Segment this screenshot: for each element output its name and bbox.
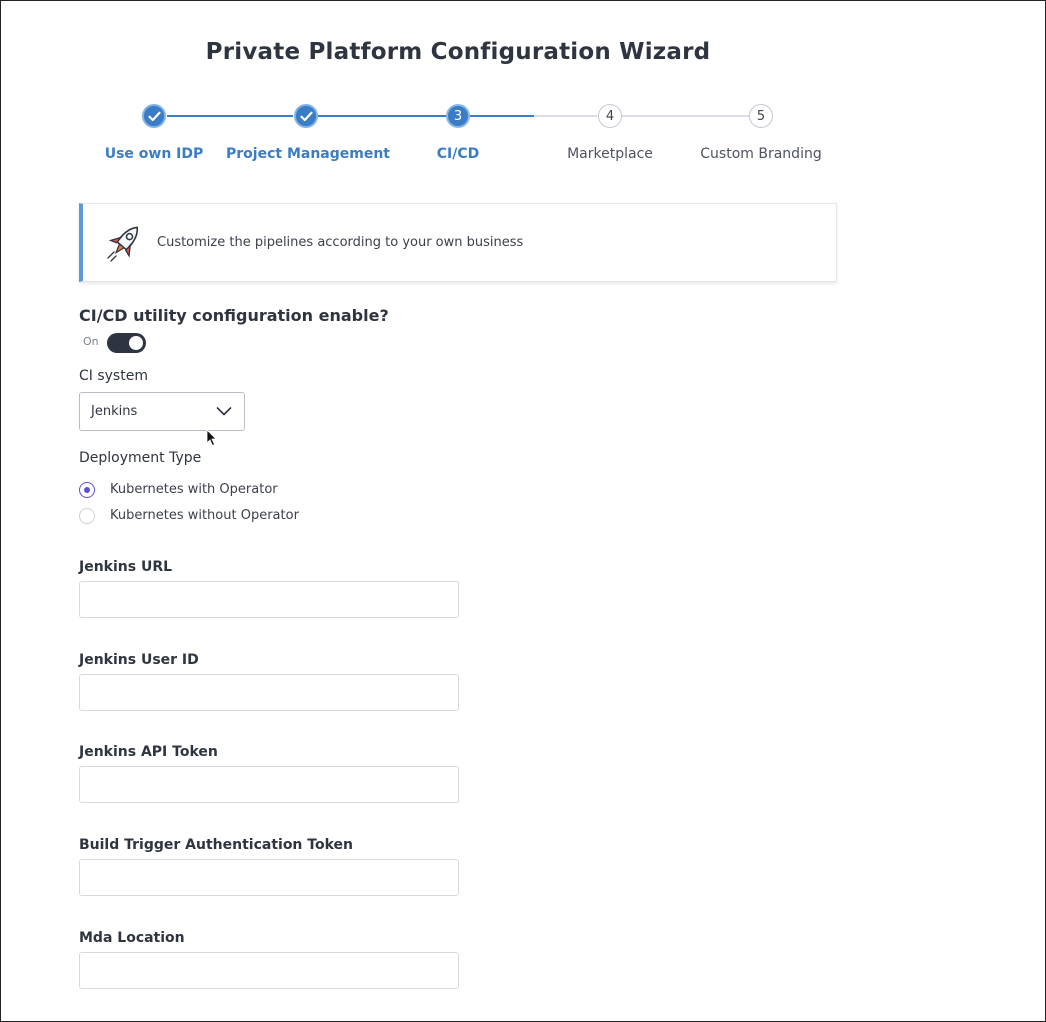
step-connector [318, 115, 446, 117]
banner-text: Customize the pipelines according to you… [157, 235, 524, 250]
toggle-state-label: On [83, 335, 99, 348]
jenkins-url-input[interactable] [79, 581, 459, 618]
mda-location-label: Mda Location [79, 930, 185, 946]
step-label-cicd[interactable]: CI/CD [378, 146, 538, 162]
page-title: Private Platform Configuration Wizard [205, 39, 711, 65]
step-4-circle[interactable]: 4 [598, 104, 622, 128]
cicd-enable-question: CI/CD utility configuration enable? [79, 306, 389, 325]
step-connector [167, 115, 293, 117]
info-banner: Customize the pipelines according to you… [79, 203, 837, 282]
step-label-custom-branding[interactable]: Custom Branding [681, 146, 841, 162]
jenkins-url-label: Jenkins URL [79, 559, 173, 575]
step-5-circle[interactable]: 5 [749, 104, 773, 128]
jenkins-api-token-input[interactable] [79, 766, 459, 803]
radio-label: Kubernetes with Operator [110, 482, 278, 497]
step-1-check-icon[interactable] [142, 104, 166, 128]
step-3-circle[interactable]: 3 [446, 104, 470, 128]
build-trigger-token-label: Build Trigger Authentication Token [79, 837, 353, 853]
check-icon [299, 111, 313, 121]
radio-button[interactable] [79, 508, 95, 524]
step-label-project-management[interactable]: Project Management [226, 146, 390, 162]
step-connector [470, 115, 534, 117]
step-label-use-own-idp[interactable]: Use own IDP [74, 146, 234, 162]
check-icon [147, 111, 161, 121]
ci-system-value: Jenkins [91, 404, 138, 419]
jenkins-user-id-input[interactable] [79, 674, 459, 711]
radio-button-checked[interactable] [79, 482, 95, 498]
jenkins-api-token-label: Jenkins API Token [79, 744, 218, 760]
mda-location-input[interactable] [79, 952, 459, 989]
step-2-check-icon[interactable] [294, 104, 318, 128]
ci-system-label: CI system [79, 368, 148, 384]
rocket-icon [107, 226, 139, 262]
chevron-down-icon [216, 407, 232, 416]
wizard-page: Private Platform Configuration Wizard 3 … [0, 0, 1046, 1022]
ci-system-select[interactable]: Jenkins [79, 392, 245, 431]
mouse-cursor-icon [206, 429, 217, 447]
radio-label: Kubernetes without Operator [110, 508, 299, 523]
step-connector [622, 115, 749, 117]
deployment-type-label: Deployment Type [79, 450, 202, 466]
jenkins-user-id-label: Jenkins User ID [79, 652, 199, 668]
build-trigger-token-input[interactable] [79, 859, 459, 896]
toggle-knob [129, 336, 143, 350]
step-connector [534, 115, 597, 117]
cicd-enable-toggle[interactable] [107, 333, 146, 353]
step-label-marketplace[interactable]: Marketplace [530, 146, 690, 162]
